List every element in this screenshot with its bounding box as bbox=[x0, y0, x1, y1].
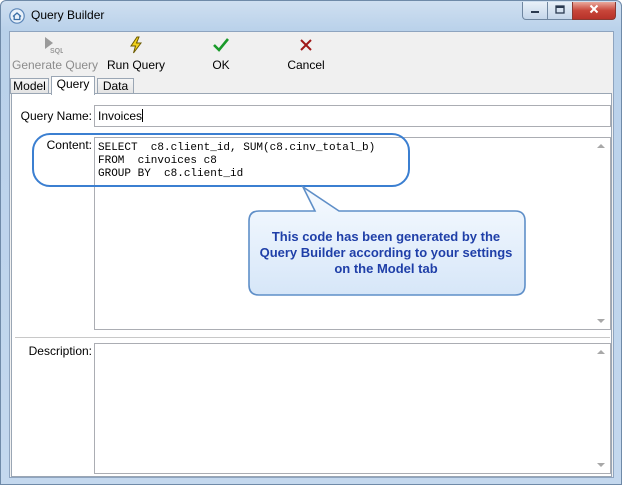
callout-line: on the Model tab bbox=[334, 261, 438, 276]
query-builder-window: Query Builder SQL Generate Query Run Que… bbox=[0, 0, 622, 485]
callout-text: This code has been generated by the Quer… bbox=[249, 229, 523, 277]
callout-line: This code has been generated by the bbox=[271, 229, 501, 244]
callout-line: Query Builder according to your settings bbox=[259, 245, 513, 260]
